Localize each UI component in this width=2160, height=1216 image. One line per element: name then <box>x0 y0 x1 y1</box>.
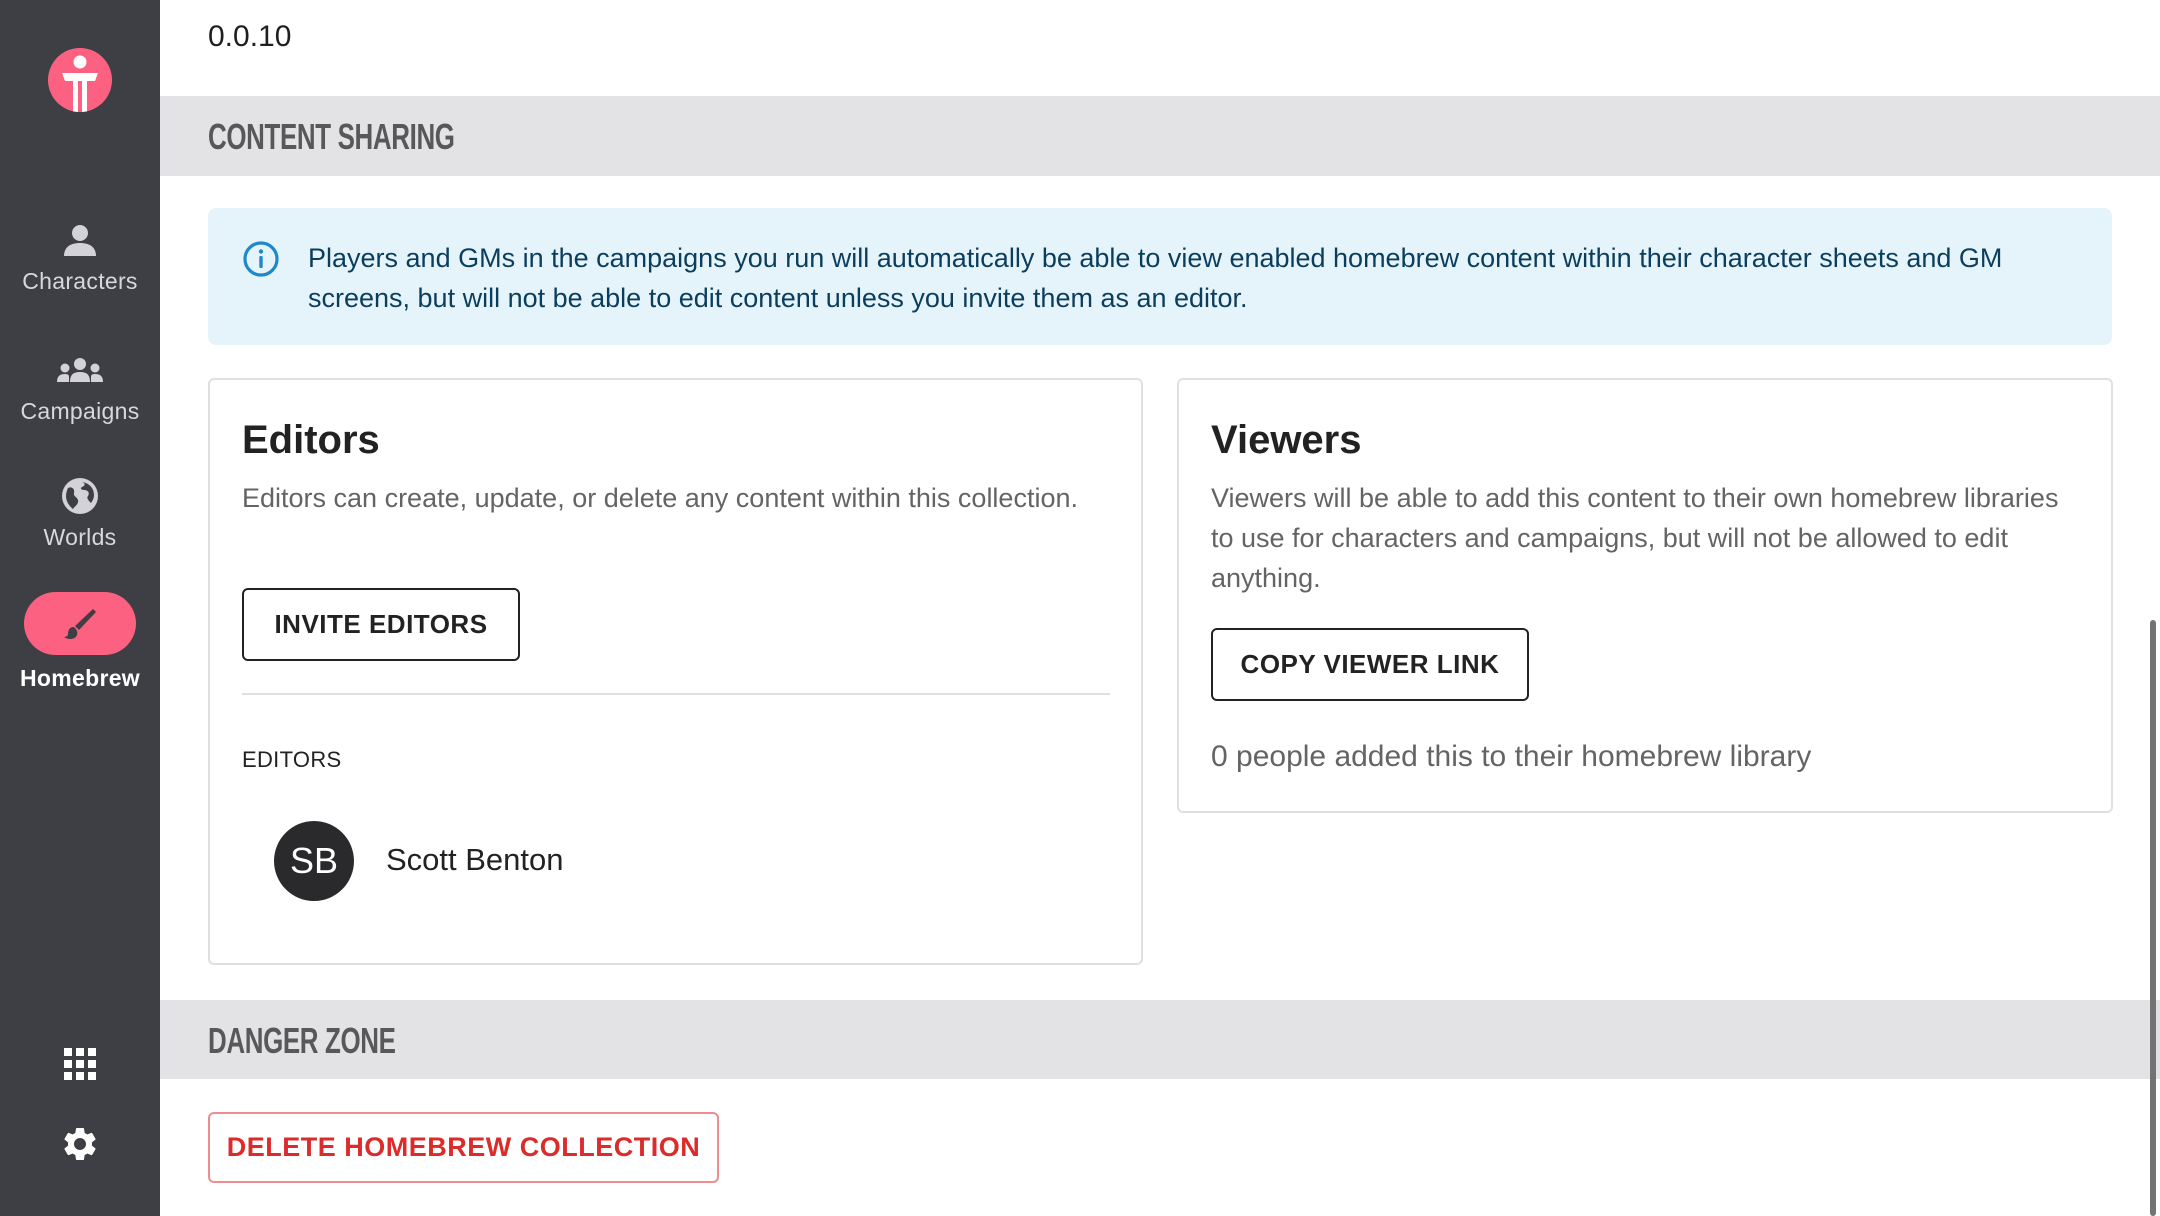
info-icon <box>243 241 279 277</box>
active-indicator <box>24 592 136 655</box>
viewers-card: Viewers Viewers will be able to add this… <box>1177 378 2113 813</box>
person-icon <box>64 225 96 256</box>
sidebar-item-worlds[interactable]: Worlds <box>0 476 160 551</box>
sidebar-item-label: Homebrew <box>20 665 140 691</box>
app-logo[interactable] <box>48 48 112 112</box>
sidebar-item-campaigns[interactable]: Campaigns <box>0 350 160 425</box>
sidebar: Characters Campaigns Worlds Homebrew <box>0 0 160 1216</box>
editors-card: Editors Editors can create, update, or d… <box>208 378 1143 965</box>
version-number: 0.0.10 <box>208 20 292 53</box>
sidebar-item-characters[interactable]: Characters <box>0 220 160 295</box>
sidebar-item-label: Campaigns <box>20 398 140 424</box>
editors-list-label: EDITORS <box>242 747 342 772</box>
brush-icon <box>64 608 96 639</box>
apps-grid-icon <box>64 1048 96 1080</box>
invite-editors-button[interactable]: INVITE EDITORS <box>242 588 520 661</box>
globe-icon <box>62 478 98 514</box>
section-header: CONTENT SHARING <box>160 96 2160 176</box>
scrollbar[interactable] <box>2150 620 2156 1216</box>
banner-text: Players and GMs in the campaigns you run… <box>308 243 2003 313</box>
main-content: 0.0.10 CONTENT SHARING Players and GMs i… <box>160 0 2160 1216</box>
sidebar-item-homebrew[interactable]: Homebrew <box>0 592 160 692</box>
sidebar-item-label: Worlds <box>43 524 117 550</box>
apps-grid-button[interactable] <box>56 1040 104 1088</box>
editor-name: Scott Benton <box>386 842 564 877</box>
gear-icon <box>64 1128 96 1160</box>
library-count-text: 0 people added this to their homebrew li… <box>1211 740 1812 773</box>
divider <box>242 693 1110 695</box>
info-banner: Players and GMs in the campaigns you run… <box>208 208 2112 345</box>
editors-description: Editors can create, update, or delete an… <box>242 483 1078 513</box>
editors-title: Editors <box>242 418 380 462</box>
logo-icon <box>62 55 98 112</box>
section-title: DANGER ZONE <box>208 1020 396 1061</box>
settings-button[interactable] <box>56 1120 104 1168</box>
sidebar-item-label: Characters <box>22 268 138 294</box>
viewers-description: Viewers will be able to add this content… <box>1211 483 2059 593</box>
delete-collection-button[interactable]: DELETE HOMEBREW COLLECTION <box>208 1112 719 1183</box>
group-icon <box>57 358 103 382</box>
section-header: DANGER ZONE <box>160 1000 2160 1079</box>
copy-viewer-link-button[interactable]: COPY VIEWER LINK <box>1211 628 1529 701</box>
section-title: CONTENT SHARING <box>208 116 455 157</box>
viewers-title: Viewers <box>1211 418 1362 462</box>
avatar: SB <box>274 821 354 901</box>
